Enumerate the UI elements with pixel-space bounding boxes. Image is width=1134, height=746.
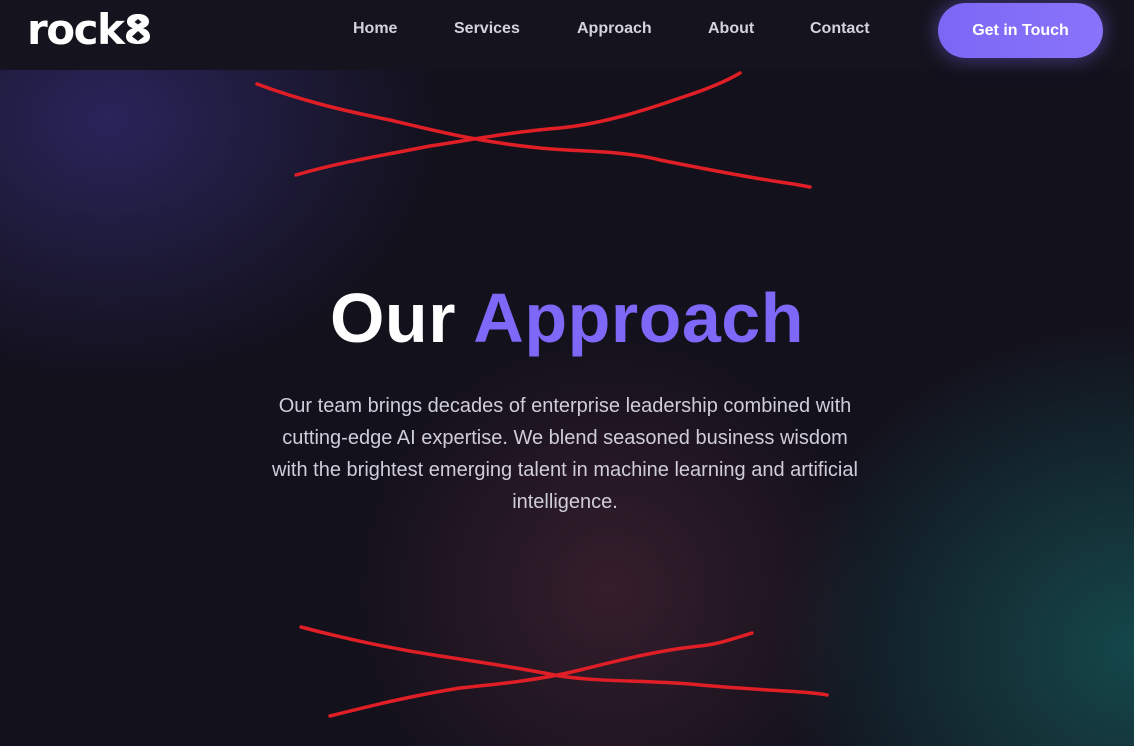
bottom-cross-stroke-1 (299, 625, 829, 697)
hero-title-part2: Approach (473, 279, 804, 357)
nav-home[interactable]: Home (353, 19, 397, 39)
top-navbar: rock Home Services Approach About Contac… (0, 0, 1134, 70)
page: rock Home Services Approach About Contac… (0, 0, 1134, 746)
nav-services[interactable]: Services (454, 19, 520, 39)
figure-eight-logo-icon (124, 12, 152, 51)
red-cross-annotations (255, 71, 829, 718)
top-cross-stroke-1 (255, 82, 812, 189)
site-logo[interactable]: rock (27, 6, 152, 54)
hero-subtitle: Our team brings decades of enterprise le… (272, 395, 858, 513)
logo-wordmark: rock (27, 5, 125, 54)
bottom-cross-stroke-2 (328, 631, 754, 718)
top-cross-stroke-2 (294, 71, 742, 177)
nav-contact[interactable]: Contact (810, 19, 870, 39)
get-in-touch-button[interactable]: Get in Touch (938, 3, 1103, 58)
hero-title-part1: Our (329, 279, 456, 357)
hero-title: Our Approach (0, 278, 1134, 358)
nav-approach[interactable]: Approach (577, 19, 652, 39)
nav-about[interactable]: About (708, 19, 754, 39)
